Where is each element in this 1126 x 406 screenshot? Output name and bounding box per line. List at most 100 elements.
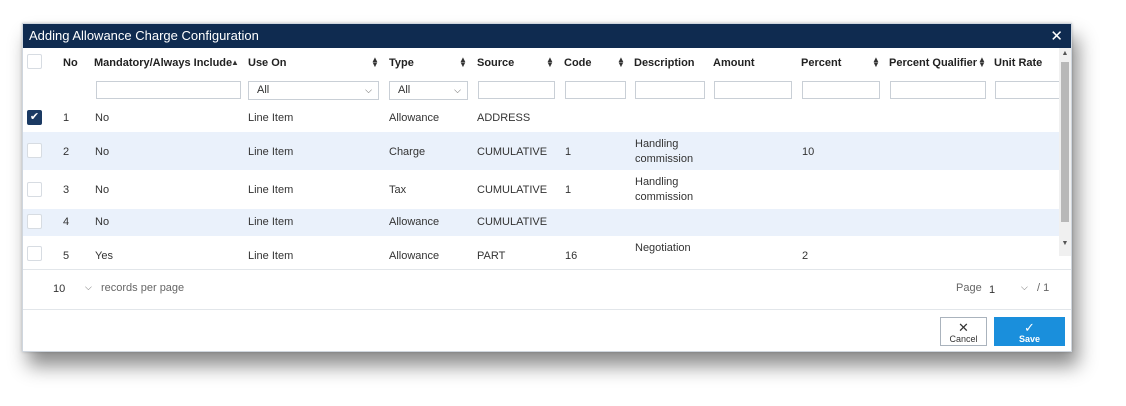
pagination-bar: 10 ⌵ records per page Page 1 ⌵ / 1 [23, 269, 1071, 310]
filter-unit-rate-input[interactable] [995, 81, 1059, 99]
cell-mandatory: No [95, 112, 110, 124]
sort-icon[interactable]: ▲ ▼ [617, 56, 625, 69]
filter-code-input[interactable] [565, 81, 626, 99]
filter-percent-input[interactable] [802, 81, 880, 99]
close-icon: ✕ [958, 320, 969, 335]
dialog-title: Adding Allowance Charge Configuration [29, 28, 259, 43]
table-row[interactable]: 5 Yes Line Item Allowance PART 16 Negoti… [23, 236, 1059, 268]
cell-percent: 10 [802, 146, 815, 158]
cell-code: 1 [565, 146, 572, 158]
cell-mandatory: Yes [95, 250, 113, 262]
table-row[interactable]: ✔ 1 No Line Item Allowance ADDRESS [23, 104, 1059, 132]
cell-percent: 2 [802, 250, 809, 262]
scroll-up-arrow-icon[interactable]: ▲ [1059, 50, 1071, 57]
sort-icon[interactable]: ▲ ▼ [978, 56, 986, 69]
row-checkbox[interactable] [27, 246, 42, 261]
sort-icon[interactable]: ▲ ▼ [459, 56, 467, 69]
cell-no: 3 [63, 184, 70, 196]
cell-code: 16 [565, 250, 578, 262]
page-total: / 1 [1037, 282, 1050, 294]
cell-mandatory: No [95, 216, 110, 228]
cell-source: CUMULATIVE [477, 146, 548, 158]
table-row[interactable]: 4 No Line Item Allowance CUMULATIVE [23, 209, 1059, 236]
filter-type-value: All [398, 84, 411, 96]
close-icon[interactable]: ✕ [1050, 27, 1063, 45]
sort-asc-icon[interactable]: ▲ [231, 48, 239, 78]
col-header-type[interactable]: Type [389, 48, 414, 78]
col-header-description[interactable]: Description [634, 48, 695, 78]
checkmark-icon: ✔ [29, 111, 40, 123]
cell-code: 1 [565, 184, 572, 196]
vertical-scrollbar[interactable]: ▲ ▼ [1059, 48, 1071, 256]
records-per-page-select[interactable]: 10 [53, 283, 65, 295]
page-select[interactable]: 1 [989, 284, 995, 296]
filter-amount-input[interactable] [714, 81, 792, 99]
sort-icon[interactable]: ▲ ▼ [371, 56, 379, 69]
page-label: Page [956, 282, 982, 294]
cell-no: 5 [63, 250, 70, 262]
col-header-percent-qualifier[interactable]: Percent Qualifier [889, 48, 977, 78]
cancel-button[interactable]: ✕ Cancel [940, 317, 987, 346]
filter-source-input[interactable] [478, 81, 555, 99]
data-grid: No Mandatory/Always Include ▲ Use On ▲ ▼ … [23, 48, 1071, 268]
cell-description-line2: commission [635, 191, 694, 203]
row-checkbox[interactable] [27, 143, 42, 158]
dialog-titlebar: Adding Allowance Charge Configuration ✕ [23, 24, 1071, 48]
select-all-checkbox[interactable] [27, 54, 42, 69]
row-checkbox[interactable] [27, 182, 42, 197]
row-checkbox[interactable]: ✔ [27, 110, 42, 125]
col-header-percent[interactable]: Percent [801, 48, 841, 78]
cell-use-on: Line Item [248, 250, 294, 262]
cell-type: Allowance [389, 216, 440, 228]
col-header-unit-rate[interactable]: Unit Rate [994, 48, 1042, 78]
sort-icon[interactable]: ▲ ▼ [546, 56, 554, 69]
col-header-no[interactable]: No [63, 48, 78, 78]
cell-source: ADDRESS [477, 112, 531, 124]
cell-mandatory: No [95, 146, 110, 158]
cell-description-line1: Negotiation [635, 242, 691, 254]
cell-use-on: Line Item [248, 112, 294, 124]
filter-description-input[interactable] [635, 81, 705, 99]
cell-no: 2 [63, 146, 70, 158]
row-checkbox[interactable] [27, 214, 42, 229]
save-button-label: Save [1018, 334, 1041, 344]
cell-source: CUMULATIVE [477, 216, 548, 228]
col-header-source[interactable]: Source [477, 48, 514, 78]
col-header-amount[interactable]: Amount [713, 48, 755, 78]
vertical-scroll-thumb[interactable] [1061, 62, 1069, 222]
sort-icon[interactable]: ▲ ▼ [872, 56, 880, 69]
cell-type: Tax [389, 184, 407, 196]
scroll-down-arrow-icon[interactable]: ▼ [1059, 240, 1071, 247]
col-header-use-on[interactable]: Use On [248, 48, 287, 78]
cell-no: 4 [63, 216, 70, 228]
cell-type: Allowance [389, 250, 440, 262]
filter-use-on-value: All [257, 84, 270, 96]
records-per-page-label: records per page [101, 282, 185, 294]
cell-source: CUMULATIVE [477, 184, 548, 196]
chevron-down-icon: ⌵ [454, 85, 461, 95]
filter-mandatory-input[interactable] [96, 81, 241, 99]
cell-type: Allowance [389, 112, 440, 124]
filter-type-select[interactable]: All ⌵ [389, 81, 468, 100]
dialog-footer: ✕ Cancel ✓ Save [23, 309, 1071, 351]
grid-filter-row: All ⌵ All ⌵ [23, 78, 1059, 104]
cell-no: 1 [63, 112, 70, 124]
save-button[interactable]: ✓ Save [994, 317, 1065, 346]
chevron-down-icon: ⌵ [365, 85, 372, 95]
col-header-mandatory[interactable]: Mandatory/Always Include [94, 48, 232, 78]
table-row[interactable]: 2 No Line Item Charge CUMULATIVE 1 Handl… [23, 132, 1059, 170]
cell-description-line2: commission [635, 153, 694, 165]
cell-description-line1: Handling [635, 138, 679, 150]
filter-use-on-select[interactable]: All ⌵ [248, 81, 379, 100]
checkmark-icon: ✓ [1024, 320, 1035, 335]
cell-mandatory: No [95, 184, 110, 196]
chevron-down-icon[interactable]: ⌵ [85, 282, 92, 293]
table-row[interactable]: 3 No Line Item Tax CUMULATIVE 1 Handling… [23, 170, 1059, 209]
cell-use-on: Line Item [248, 184, 294, 196]
grid-header-row: No Mandatory/Always Include ▲ Use On ▲ ▼ … [23, 48, 1059, 78]
cancel-button-label: Cancel [949, 334, 978, 344]
cell-description-line1: Handling [635, 176, 679, 188]
col-header-code[interactable]: Code [564, 48, 592, 78]
filter-percent-qualifier-input[interactable] [890, 81, 986, 99]
chevron-down-icon[interactable]: ⌵ [1021, 282, 1028, 293]
